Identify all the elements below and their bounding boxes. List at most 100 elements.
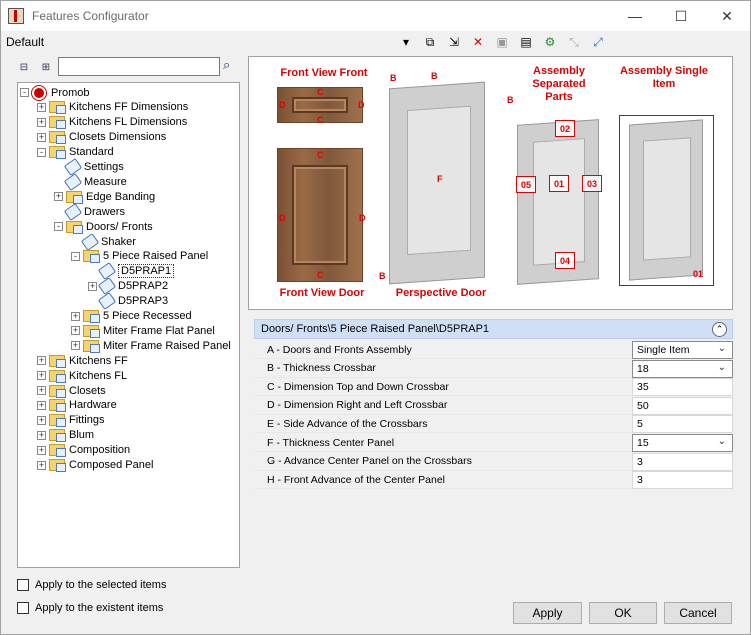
expand-toggle-icon[interactable]: - [71, 251, 80, 261]
expand-toggle-icon[interactable]: + [37, 117, 46, 127]
link-icon[interactable]: ⤡ [564, 33, 584, 51]
property-value-field[interactable]: 3 [632, 452, 733, 471]
tree-node[interactable]: + Kitchens FL Dimensions [37, 115, 187, 130]
expand-toggle-icon[interactable]: + [37, 386, 46, 395]
window-title: Features Configurator [32, 9, 149, 23]
close-icon[interactable]: ✕ [704, 1, 750, 31]
tree-node-label: D5PRAP3 [118, 295, 169, 308]
property-value: 18 [637, 362, 649, 375]
collapse-section-icon[interactable]: ⌃ [712, 322, 727, 337]
collapse-tree-icon[interactable]: ⊟ [15, 58, 33, 76]
part-04-label: 04 [555, 252, 575, 269]
expand-toggle-icon[interactable]: + [37, 415, 46, 425]
tree-node[interactable]: - Standard [37, 145, 114, 160]
tree-node-label: Kitchens FL Dimensions [69, 116, 188, 129]
expand-toggle-icon[interactable]: + [37, 400, 46, 410]
tree-node[interactable]: + Composed Panel [37, 458, 153, 473]
tree-node[interactable]: + Kitchens FL [37, 368, 127, 383]
tree-node[interactable]: + Closets [37, 383, 106, 398]
property-row[interactable]: B - Thickness Crossbar 18 ⌄ [254, 359, 733, 378]
expand-toggle-icon[interactable]: - [20, 88, 29, 97]
copy-icon[interactable]: ⇲ [444, 33, 464, 51]
expand-toggle-icon[interactable]: + [37, 445, 46, 455]
property-select[interactable]: 15 ⌄ [632, 434, 733, 452]
tree-node[interactable]: + Blum [37, 428, 94, 443]
expand-toggle-icon[interactable]: + [71, 326, 80, 336]
tree-node[interactable]: - 5 Piece Raised Panel [71, 249, 208, 264]
cancel-button[interactable]: Cancel [664, 602, 732, 624]
property-row[interactable]: H - Front Advance of the Center Panel 3 [254, 471, 733, 490]
tree-node[interactable]: Measure [54, 172, 127, 191]
tree-node[interactable]: + Kitchens FF [37, 353, 128, 368]
expand-tree-icon[interactable]: ⊞ [37, 58, 55, 76]
tree-node[interactable]: + Miter Frame Flat Panel [71, 323, 215, 338]
property-select[interactable]: 18 ⌄ [632, 359, 733, 378]
chevron-down-icon[interactable]: ⌄ [718, 436, 726, 447]
tree-node[interactable]: + Closets Dimensions [37, 130, 166, 145]
tree-node[interactable]: +5 Piece Recessed [71, 309, 192, 324]
binoculars-icon[interactable]: ⌕ [223, 57, 241, 75]
insert-icon[interactable]: ⧉ [420, 33, 440, 51]
tree-node[interactable]: + Edge Banding [54, 189, 155, 204]
property-value-field[interactable]: 5 [632, 415, 733, 434]
search-input[interactable] [58, 57, 220, 76]
tree-node[interactable]: + Miter Frame Raised Panel [71, 338, 231, 353]
tree-node[interactable]: Settings [54, 158, 124, 176]
maximize-icon[interactable]: ☐ [658, 1, 704, 31]
expand-toggle-icon[interactable]: + [37, 102, 46, 112]
assembly-separated-label: Assembly Separated Parts [532, 65, 586, 103]
property-value-field[interactable]: 35 [632, 378, 733, 397]
tree-node[interactable]: - Doors/ Fronts [54, 219, 153, 234]
dropdown-arrow-icon[interactable]: ▾ [396, 33, 416, 51]
folder-icon [83, 324, 100, 338]
apply-selected-checkbox[interactable] [17, 579, 29, 591]
tree-node[interactable]: + Composition [37, 443, 130, 458]
expand-toggle-icon[interactable]: - [54, 222, 63, 232]
expand-toggle-icon[interactable]: + [54, 192, 63, 202]
property-row[interactable]: F - Thickness Center Panel 15 ⌄ [254, 434, 733, 452]
delete-icon[interactable]: ✕ [468, 33, 488, 51]
tree-node[interactable]: + D5PRAP2 [88, 277, 168, 296]
part-03-label: 03 [582, 175, 602, 192]
expand-toggle-icon[interactable]: + [88, 281, 97, 291]
expand-toggle-icon[interactable]: - [37, 147, 46, 157]
apply-existent-checkbox[interactable] [17, 602, 29, 614]
tree-node[interactable]: Drawers [54, 202, 125, 221]
tree-node[interactable]: D5PRAP3 [88, 292, 169, 311]
expand-toggle-icon[interactable]: + [71, 311, 80, 321]
chevron-down-icon[interactable]: ⌄ [718, 343, 726, 354]
expand-toggle-icon[interactable]: + [37, 430, 46, 440]
expand-toggle-icon[interactable]: + [37, 460, 46, 470]
settings-icon[interactable]: ⚙ [540, 33, 560, 51]
property-value: 35 [637, 381, 649, 394]
property-row[interactable]: C - Dimension Top and Down Crossbar 35 [254, 378, 733, 397]
apply-existent-row[interactable]: Apply to the existent items [17, 602, 163, 614]
expand-toggle-icon[interactable]: + [37, 356, 46, 366]
expand-toggle-icon[interactable]: + [37, 371, 46, 381]
minimize-icon[interactable]: — [612, 1, 658, 31]
chevron-down-icon[interactable]: ⌄ [718, 362, 726, 373]
tree-node[interactable]: + Kitchens FF Dimensions [37, 100, 188, 115]
property-row[interactable]: A - Doors and Fronts Assembly Single Item… [254, 341, 733, 359]
expand-toggle-icon[interactable]: + [71, 341, 80, 351]
property-row[interactable]: E - Side Advance of the Crossbars 5 [254, 415, 733, 434]
preview-image: Front View Front C D D C C D D C Front V… [248, 56, 733, 310]
property-row[interactable]: D - Dimension Right and Left Crossbar 50 [254, 396, 733, 415]
expand-toggle-icon[interactable]: + [37, 132, 46, 142]
property-row[interactable]: G - Advance Center Panel on the Crossbar… [254, 452, 733, 471]
tree-node[interactable]: D5PRAP1 [88, 262, 175, 281]
property-select[interactable]: Single Item ⌄ [632, 341, 733, 359]
tree-node[interactable]: - Promob [20, 85, 90, 100]
property-value-field[interactable]: 3 [632, 471, 733, 490]
tree-node[interactable]: + Fittings [37, 413, 104, 428]
apply-button[interactable]: Apply [513, 602, 582, 624]
export-icon[interactable]: ▤ [516, 33, 536, 51]
connect-icon[interactable]: ⤢ [588, 33, 608, 51]
apply-selected-row[interactable]: Apply to the selected items [17, 579, 166, 591]
property-value-field[interactable]: 50 [632, 396, 733, 415]
label-d-door-right: D [359, 213, 366, 223]
ok-button[interactable]: OK [589, 602, 657, 624]
tree-node[interactable]: + Hardware [37, 398, 117, 413]
tree-node[interactable]: Shaker [71, 232, 136, 251]
save-icon[interactable]: ▣ [492, 33, 512, 51]
